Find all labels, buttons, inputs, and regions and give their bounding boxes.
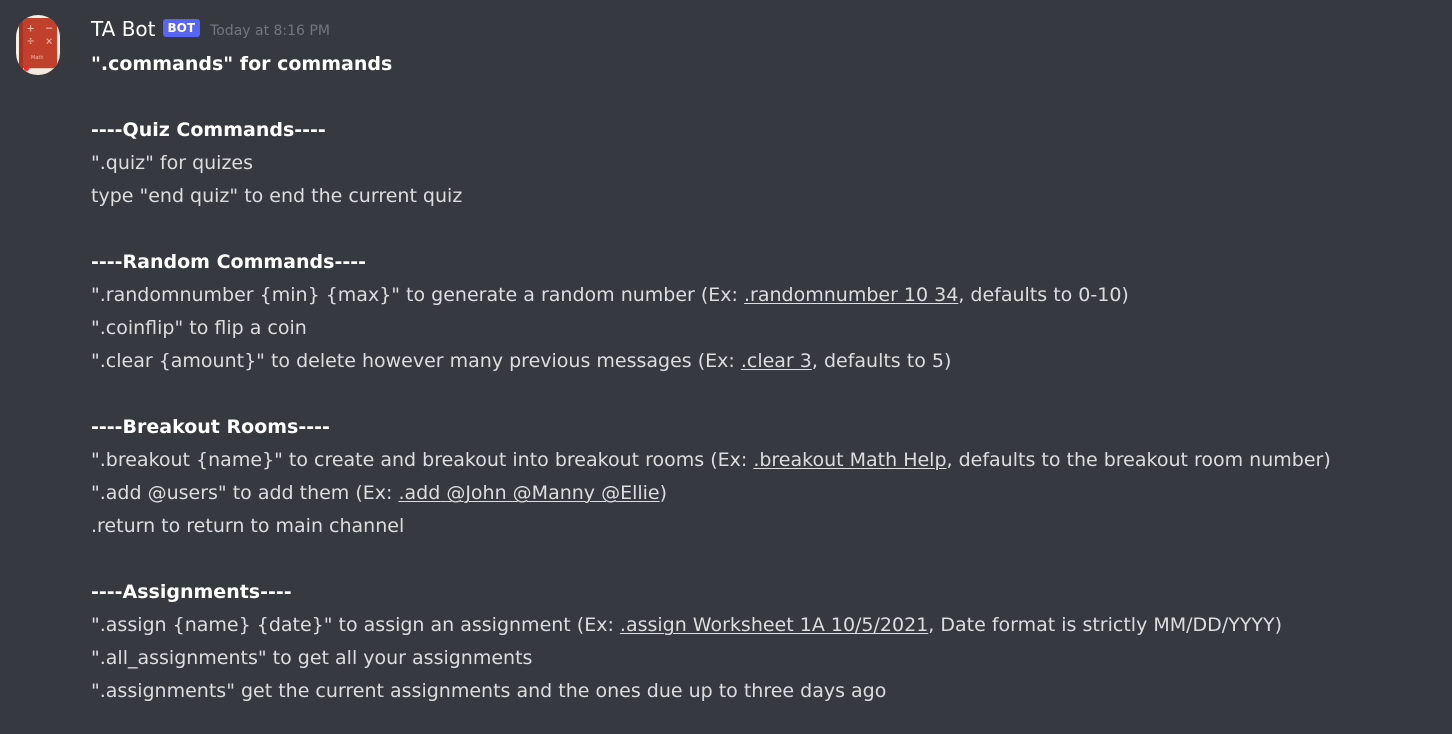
quiz-line: ".quiz" for quizes: [91, 152, 254, 174]
add-text-end: ): [659, 482, 668, 504]
mention-ellie[interactable]: @Ellie: [601, 482, 660, 504]
random-heading: ----Random Commands----: [91, 251, 366, 273]
chat-message: + − ÷ × Math TA Bot BOT Today at 8:16 PM…: [0, 0, 1452, 734]
book-spine: [19, 18, 23, 74]
message-content: ".commands" for commands ----Quiz Comman…: [91, 48, 1446, 708]
coinflip-line: ".coinflip" to flip a coin: [91, 317, 307, 339]
assign-text-end: , Date format is strictly MM/DD/YYYY): [928, 614, 1283, 636]
add-line: ".add @users" to add them (Ex: .add @Joh…: [91, 477, 1446, 510]
add-text: ".add @users" to add them (Ex:: [91, 482, 399, 504]
math-symbols: + − ÷ ×: [27, 21, 55, 48]
breakout-text-end: , defaults to the breakout room number): [946, 449, 1331, 471]
randomnumber-text-end: , defaults to 0-10): [958, 284, 1129, 306]
username[interactable]: TA Bot: [91, 15, 156, 43]
book-title: Math: [31, 55, 44, 61]
quiz-heading: ----Quiz Commands----: [91, 119, 326, 141]
timestamp[interactable]: Today at 8:16 PM: [210, 17, 330, 45]
quiz-end-line: type "end quiz" to end the current quiz: [91, 185, 463, 207]
breakout-example-link[interactable]: .breakout Math Help: [753, 449, 946, 471]
breakout-heading: ----Breakout Rooms----: [91, 416, 330, 438]
return-line: .return to return to main channel: [91, 515, 405, 537]
current-assignments-line: ".assignments" get the current assignmen…: [91, 680, 887, 702]
clear-example-link[interactable]: .clear 3: [741, 350, 812, 372]
mention-manny[interactable]: @Manny: [513, 482, 595, 504]
math-book-icon: + − ÷ × Math: [19, 18, 57, 74]
assign-example-link[interactable]: .assign Worksheet 1A 10/5/2021: [620, 614, 928, 636]
randomnumber-text: ".randomnumber {min} {max}" to generate …: [91, 284, 744, 306]
clear-line: ".clear {amount}" to delete however many…: [91, 345, 1446, 378]
assign-line: ".assign {name} {date}" to assign an ass…: [91, 609, 1446, 642]
randomnumber-line: ".randomnumber {min} {max}" to generate …: [91, 279, 1446, 312]
mention-john[interactable]: @John: [446, 482, 506, 504]
assign-text: ".assign {name} {date}" to assign an ass…: [91, 614, 620, 636]
randomnumber-example-link[interactable]: .randomnumber 10 34: [744, 284, 958, 306]
avatar[interactable]: + − ÷ × Math: [16, 15, 60, 75]
add-example-link[interactable]: .add: [398, 482, 440, 504]
assignments-heading: ----Assignments----: [91, 581, 292, 603]
clear-text: ".clear {amount}" to delete however many…: [91, 350, 741, 372]
message-header: TA Bot BOT Today at 8:16 PM: [91, 15, 330, 43]
breakout-text: ".breakout {name}" to create and breakou…: [91, 449, 754, 471]
book-mark: [24, 66, 29, 71]
all-assignments-line: ".all_assignments" to get all your assig…: [91, 647, 533, 669]
clear-text-end: , defaults to 5): [811, 350, 952, 372]
breakout-line: ".breakout {name}" to create and breakou…: [91, 444, 1446, 477]
bot-badge: BOT: [162, 19, 201, 37]
intro-line: ".commands" for commands: [91, 53, 393, 75]
